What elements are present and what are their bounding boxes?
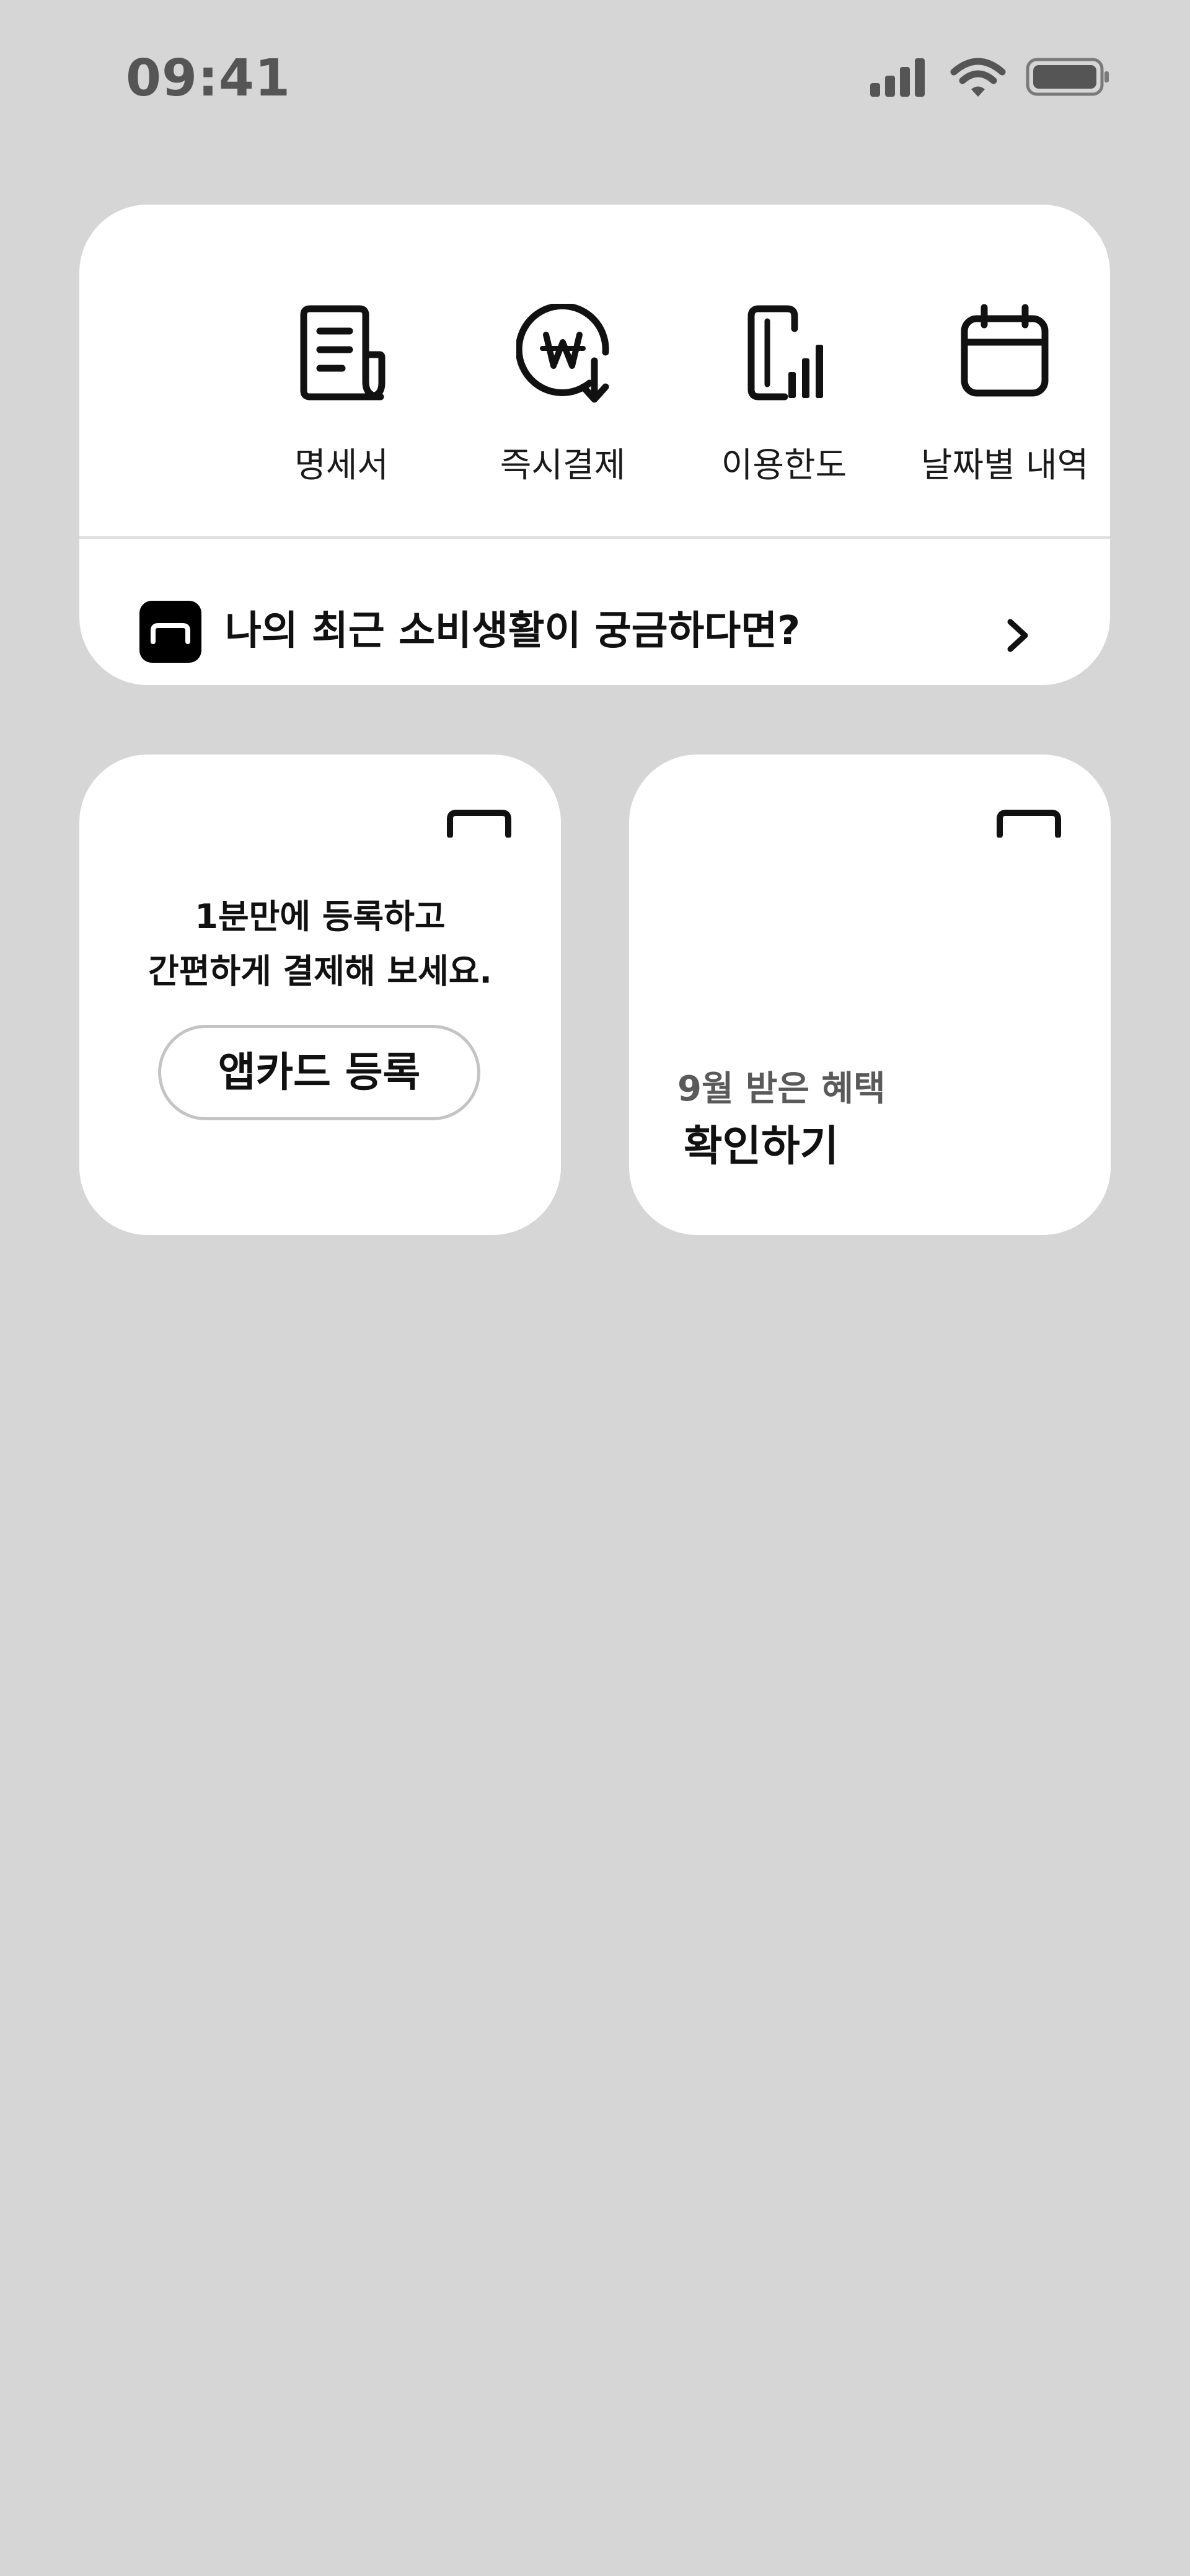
card-logo-icon	[139, 601, 201, 663]
app-card-register-card: 1분만에 등록하고 간편하게 결제해 보세요. 앱카드 등록	[79, 755, 561, 1235]
register-desc-line1: 1분만에 등록하고	[195, 897, 446, 936]
status-bar: 09:41	[0, 0, 1190, 155]
quick-menu-row: 명세서 즉시결제 이용한도 날짜별 내역	[79, 205, 1110, 536]
cellular-signal-icon	[870, 58, 925, 97]
won-instant-payment-icon	[515, 303, 609, 403]
menu-item-label: 날짜별 내역	[920, 445, 1089, 485]
menu-item-usage-limit[interactable]: 이용한도	[682, 304, 886, 502]
card-limit-chart-icon	[738, 304, 831, 403]
register-description: 1분만에 등록하고 간편하게 결제해 보세요.	[79, 890, 561, 999]
menu-item-instant-payment[interactable]: 즉시결제	[461, 303, 665, 502]
spending-insight-banner[interactable]: 나의 최근 소비생활이 궁금하다면?	[79, 539, 1110, 685]
calendar-icon	[958, 304, 1051, 403]
card-bracket-icon	[447, 810, 511, 838]
monthly-benefit-card[interactable]: 9월 받은 혜택 확인하기	[629, 755, 1111, 1235]
statement-document-icon	[295, 304, 388, 403]
register-desc-line2: 간편하게 결제해 보세요.	[148, 952, 492, 991]
card-bracket-icon	[997, 810, 1061, 838]
menu-item-label: 이용한도	[721, 445, 847, 485]
benefit-subtitle: 9월 받은 혜택	[677, 1069, 886, 1109]
benefit-check-link[interactable]: 확인하기	[684, 1120, 839, 1174]
battery-icon	[1026, 58, 1109, 96]
wifi-icon	[950, 58, 1006, 97]
app-card-register-button[interactable]: 앱카드 등록	[158, 1025, 480, 1120]
status-time: 09:41	[126, 49, 291, 108]
menu-item-label: 즉시결제	[500, 445, 626, 485]
chevron-right-icon	[1007, 619, 1028, 652]
menu-item-daily-history[interactable]: 날짜별 내역	[902, 304, 1107, 502]
menu-item-statement[interactable]: 명세서	[239, 304, 444, 502]
quick-menu-card: 명세서 즉시결제 이용한도 날짜별 내역 나의 최근 소비생활이 궁금하다면?	[79, 205, 1110, 685]
banner-text: 나의 최근 소비생활이 궁금하다면?	[225, 608, 801, 654]
menu-item-label: 명세서	[294, 445, 389, 485]
